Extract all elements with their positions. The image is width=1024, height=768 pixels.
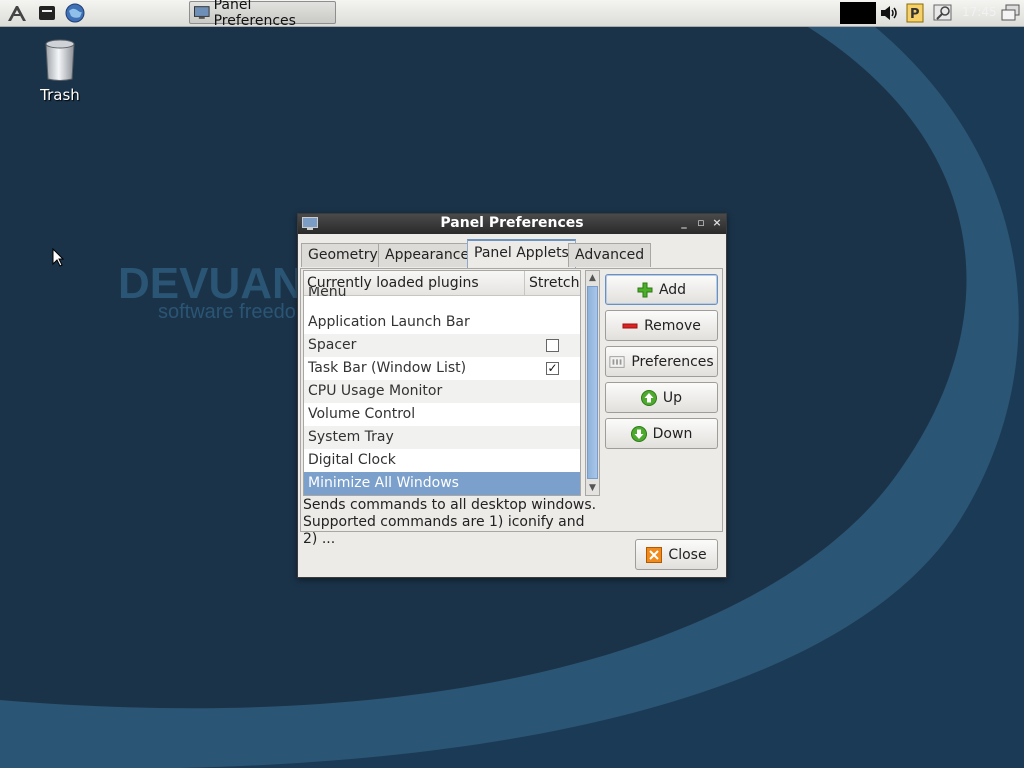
preferences-button-label: Preferences [631, 353, 714, 370]
list-item[interactable]: Digital Clock [304, 449, 580, 472]
digital-clock[interactable]: 17:45 [962, 5, 997, 19]
list-item-label: Minimize All Windows [308, 475, 459, 491]
down-button-label: Down [652, 425, 693, 442]
scrollbar-thumb[interactable] [587, 286, 598, 479]
mouse-cursor-icon [52, 248, 64, 267]
list-item-label: Application Launch Bar [308, 314, 470, 330]
trash-icon [45, 39, 75, 81]
description-line-2: Supported commands are 1) iconify and 2)… [303, 514, 585, 547]
arrow-up-icon [640, 389, 657, 406]
arrow-down-icon [630, 425, 647, 442]
preferences-icon [609, 354, 625, 370]
up-button-label: Up [662, 389, 683, 406]
list-item-label: Volume Control [308, 406, 416, 422]
list-item[interactable]: Volume Control [304, 403, 580, 426]
scroll-down-arrow-icon[interactable]: ▼ [586, 481, 599, 495]
menu-launcher-icon[interactable] [6, 2, 28, 24]
desktop-icon-trash[interactable]: Trash [30, 38, 90, 104]
tab-panel-applets[interactable]: Panel Applets [467, 239, 576, 269]
list-item-label: CPU Usage Monitor [308, 383, 443, 399]
list-item-label: Digital Clock [308, 452, 396, 468]
dialog-title: Panel Preferences [440, 215, 584, 231]
minus-icon [622, 318, 638, 334]
preferences-button[interactable]: Preferences [605, 346, 718, 377]
remove-button[interactable]: Remove [605, 310, 718, 341]
parcellite-clipboard-icon[interactable]: P [904, 2, 926, 24]
description-line-1: Sends commands to all desktop windows. [303, 497, 597, 513]
list-item[interactable]: System Tray [304, 426, 580, 449]
add-button-label: Add [658, 281, 687, 298]
add-button[interactable]: Add [605, 274, 718, 305]
volume-icon[interactable] [878, 2, 900, 24]
scroll-up-arrow-icon[interactable]: ▲ [586, 271, 599, 285]
list-item[interactable]: CPU Usage Monitor [304, 380, 580, 403]
cpu-monitor-graph[interactable] [840, 2, 876, 24]
up-button[interactable]: Up [605, 382, 718, 413]
taskbar-button-panel-preferences[interactable]: Panel Preferences [189, 0, 336, 29]
panel-preferences-dialog: Panel Preferences _ ▫ × Geometry Appeara… [297, 213, 727, 578]
stretch-checkbox-checked[interactable]: ✓ [546, 362, 559, 375]
list-scrollbar[interactable]: ▲ ▼ [585, 270, 600, 496]
list-item[interactable]: Application Launch Bar [304, 311, 580, 334]
search-tray-icon[interactable] [932, 2, 954, 24]
tab-advanced[interactable]: Advanced [568, 243, 652, 267]
close-window-icon[interactable]: × [711, 217, 723, 229]
maximize-icon[interactable]: ▫ [695, 217, 707, 229]
remove-button-label: Remove [644, 317, 701, 334]
list-item-label: System Tray [308, 429, 394, 445]
svg-text:P: P [910, 7, 920, 22]
stretch-checkbox[interactable] [546, 339, 559, 352]
top-panel: Panel Preferences P 17:45 [0, 0, 1024, 29]
trash-label: Trash [40, 86, 80, 104]
plugin-description: Sends commands to all desktop windows. S… [303, 497, 603, 548]
tab-appearance[interactable]: Appearance [378, 243, 477, 267]
list-item[interactable]: Task Bar (Window List) ✓ [304, 357, 580, 380]
list-item-partial[interactable]: Menu [304, 287, 580, 301]
plus-icon [637, 282, 653, 298]
file-manager-icon[interactable] [36, 2, 58, 24]
taskbar-button-label: Panel Preferences [213, 0, 296, 29]
plugins-list[interactable]: Currently loaded plugins Stretch Menu Ap… [303, 270, 581, 496]
close-button[interactable]: Close [635, 539, 718, 570]
close-icon [646, 546, 663, 563]
minimize-icon[interactable]: _ [678, 217, 690, 229]
list-item-label: Menu [308, 287, 347, 300]
down-button[interactable]: Down [605, 418, 718, 449]
list-item-label: Spacer [308, 337, 357, 353]
close-button-label: Close [668, 546, 707, 563]
list-item-label: Task Bar (Window List) [308, 360, 467, 376]
dialog-titlebar[interactable]: Panel Preferences _ ▫ × [298, 214, 726, 234]
show-desktop-icon[interactable] [1000, 2, 1022, 24]
list-item-selected[interactable]: Minimize All Windows [304, 472, 580, 495]
web-browser-icon[interactable] [64, 2, 86, 24]
tab-geometry[interactable]: Geometry [301, 243, 385, 267]
wallpaper-tagline: software freedom [158, 301, 313, 323]
list-item[interactable]: Spacer [304, 334, 580, 357]
monitor-icon [194, 5, 210, 19]
